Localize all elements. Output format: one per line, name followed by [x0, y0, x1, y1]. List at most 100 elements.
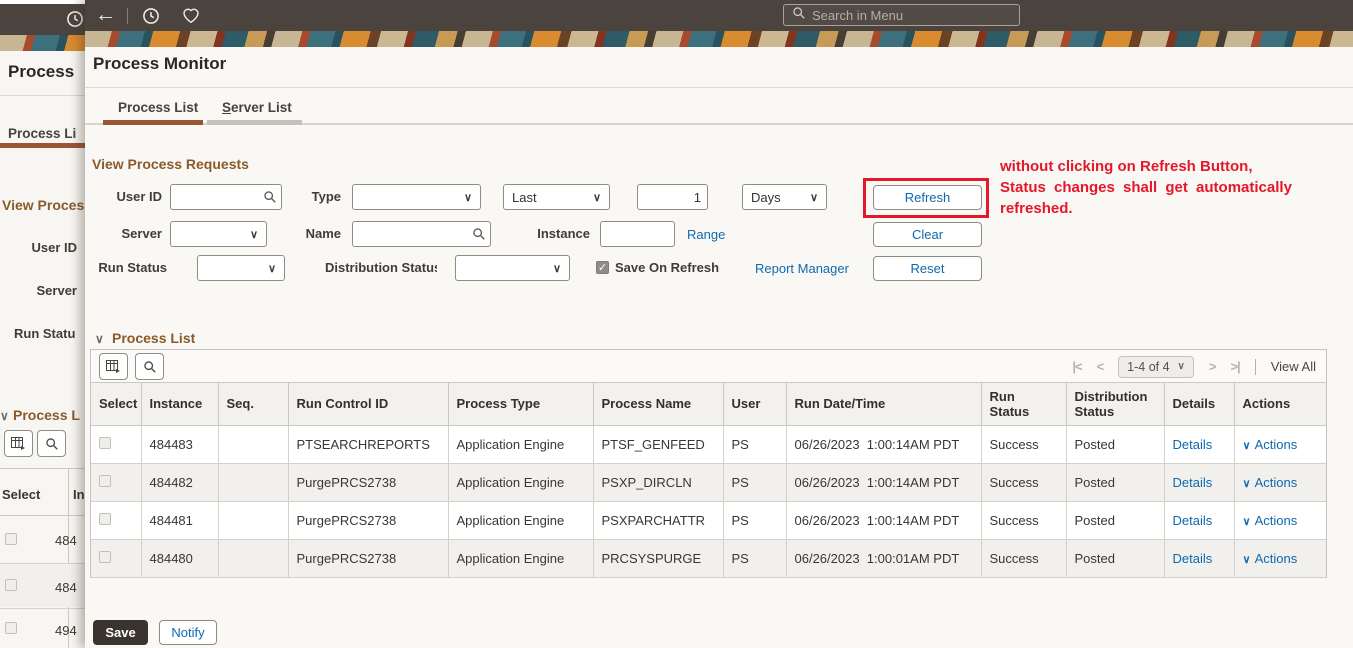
cell-run-datetime: 06/26/2023 1:00:14AM PDT [785, 424, 982, 464]
process-monitor-window: ← Process Monitor Process List Server Li… [85, 0, 1353, 648]
cell-seq [217, 424, 289, 464]
notify-button[interactable]: Notify [159, 620, 217, 645]
search-icon [792, 6, 806, 25]
table-row: 484481 PurgePRCS2738 Application Engine … [91, 500, 1326, 540]
search-input[interactable] [812, 7, 992, 23]
col-header-select: Select [91, 383, 142, 426]
chevron-down-icon: ∨ [463, 191, 472, 204]
refresh-button[interactable]: Refresh [873, 185, 982, 210]
col-header-instance: Instance [140, 383, 219, 426]
cell-run-status: Success [980, 424, 1067, 464]
range-link[interactable]: Range [687, 227, 725, 242]
row-select-checkbox[interactable] [99, 550, 111, 563]
days-count-input[interactable] [637, 184, 708, 210]
page-range-value: 1-4 of 4 [1127, 359, 1170, 374]
chevron-down-icon: ∨ [1242, 439, 1251, 452]
find-icon[interactable] [37, 430, 66, 457]
annotation-line-1: without clicking on Refresh Button, [1000, 158, 1253, 175]
grid-personalize-icon[interactable] [4, 430, 33, 457]
save-on-refresh-checkbox[interactable]: ✓ [596, 261, 609, 274]
menu-search [783, 4, 1020, 26]
annotation-line-2: Status changes shall get automatically [1000, 179, 1292, 196]
background-window: Process Process Li View Proces User ID S… [0, 0, 85, 648]
details-link[interactable]: Details [1173, 551, 1213, 566]
details-link[interactable]: Details [1173, 437, 1213, 452]
background-row-instance: 484 [55, 533, 77, 548]
clock-icon[interactable] [142, 7, 160, 25]
background-row-instance: 484 [55, 580, 77, 595]
distribution-status-label: Distribution Status [325, 260, 437, 275]
tab-process-list[interactable]: Process List [118, 100, 198, 115]
background-run-status-label: Run Statu [14, 326, 76, 341]
heart-icon[interactable] [182, 7, 200, 25]
type-select[interactable]: ∨ [352, 184, 481, 210]
col-header-run-datetime: Run Date/Time [785, 383, 982, 426]
background-tab-process-list[interactable]: Process Li [8, 126, 85, 141]
background-ribbon [0, 35, 85, 51]
lookup-icon[interactable] [472, 227, 486, 246]
chevron-down-icon: ∨ [1242, 477, 1251, 490]
tab-server-list[interactable]: Server List [222, 100, 292, 115]
view-all-link[interactable]: View All [1271, 359, 1316, 374]
user-id-label: User ID [116, 189, 162, 204]
cell-distribution-status: Posted [1065, 462, 1165, 502]
actions-link[interactable]: Actions [1255, 437, 1298, 452]
details-link[interactable]: Details [1173, 475, 1213, 490]
row-select-checkbox[interactable] [99, 474, 111, 487]
lookup-icon[interactable] [263, 190, 277, 209]
background-topbar [0, 4, 85, 35]
ribbon [85, 31, 1353, 47]
clear-button[interactable]: Clear [873, 222, 982, 247]
last-select[interactable]: Last ∨ [503, 184, 610, 210]
row-checkbox[interactable] [5, 579, 17, 591]
back-arrow-icon[interactable]: ← [95, 3, 116, 27]
instance-input[interactable] [600, 221, 675, 247]
row-checkbox[interactable] [5, 622, 17, 634]
days-unit-select[interactable]: Days ∨ [742, 184, 827, 210]
first-page-icon[interactable]: |< [1072, 359, 1082, 374]
chevron-down-icon: ∨ [552, 262, 561, 275]
cell-user: PS [722, 462, 787, 502]
col-header-run-control-id: Run Control ID [287, 383, 449, 426]
row-checkbox[interactable] [5, 533, 17, 545]
chevron-down-icon: ∨ [1242, 553, 1251, 566]
cell-process-type: Application Engine [447, 424, 594, 464]
actions-link[interactable]: Actions [1255, 551, 1298, 566]
inactive-tab-underline [207, 120, 302, 125]
reset-button[interactable]: Reset [873, 256, 982, 281]
instance-label: Instance [537, 226, 590, 241]
cell-run-control-id: PurgePRCS2738 [287, 462, 449, 502]
actions-link[interactable]: Actions [1255, 475, 1298, 490]
cell-distribution-status: Posted [1065, 424, 1165, 464]
cell-user: PS [722, 500, 787, 540]
process-list-grid: |< < 1-4 of 4 ∨ > >| View All Select Ins… [90, 349, 1327, 578]
row-select-checkbox[interactable] [99, 512, 111, 525]
cell-run-datetime: 06/26/2023 1:00:01AM PDT [785, 538, 982, 578]
cell-run-status: Success [980, 462, 1067, 502]
name-input[interactable] [352, 221, 491, 247]
actions-link[interactable]: Actions [1255, 513, 1298, 528]
section-collapse-icon[interactable]: ∨ [95, 332, 104, 346]
details-link[interactable]: Details [1173, 513, 1213, 528]
row-select-checkbox[interactable] [99, 436, 111, 449]
last-page-icon[interactable]: >| [1230, 359, 1240, 374]
page-title: Process Monitor [93, 54, 227, 73]
background-col-select: Select [2, 487, 41, 502]
annotation-text: without clicking on Refresh Button, Stat… [1000, 156, 1292, 219]
cell-seq [217, 500, 289, 540]
type-label: Type [311, 189, 341, 204]
find-icon[interactable] [135, 353, 164, 380]
next-page-icon[interactable]: > [1209, 359, 1217, 374]
page-range-select[interactable]: 1-4 of 4 ∨ [1118, 355, 1194, 378]
save-button[interactable]: Save [93, 620, 148, 645]
cell-process-name: PSXPARCHATTR [592, 500, 724, 540]
report-manager-link[interactable]: Report Manager [755, 261, 849, 276]
grid-personalize-icon[interactable] [99, 353, 128, 380]
run-status-select[interactable]: ∨ [197, 255, 285, 281]
days-unit-value: Days [751, 189, 781, 205]
prev-page-icon[interactable]: < [1097, 359, 1105, 374]
server-select[interactable]: ∨ [170, 221, 267, 247]
process-list-table: Select Instance Seq. Run Control ID Proc… [91, 383, 1326, 578]
distribution-status-select[interactable]: ∨ [455, 255, 570, 281]
process-list-section-title: Process List [112, 330, 196, 346]
